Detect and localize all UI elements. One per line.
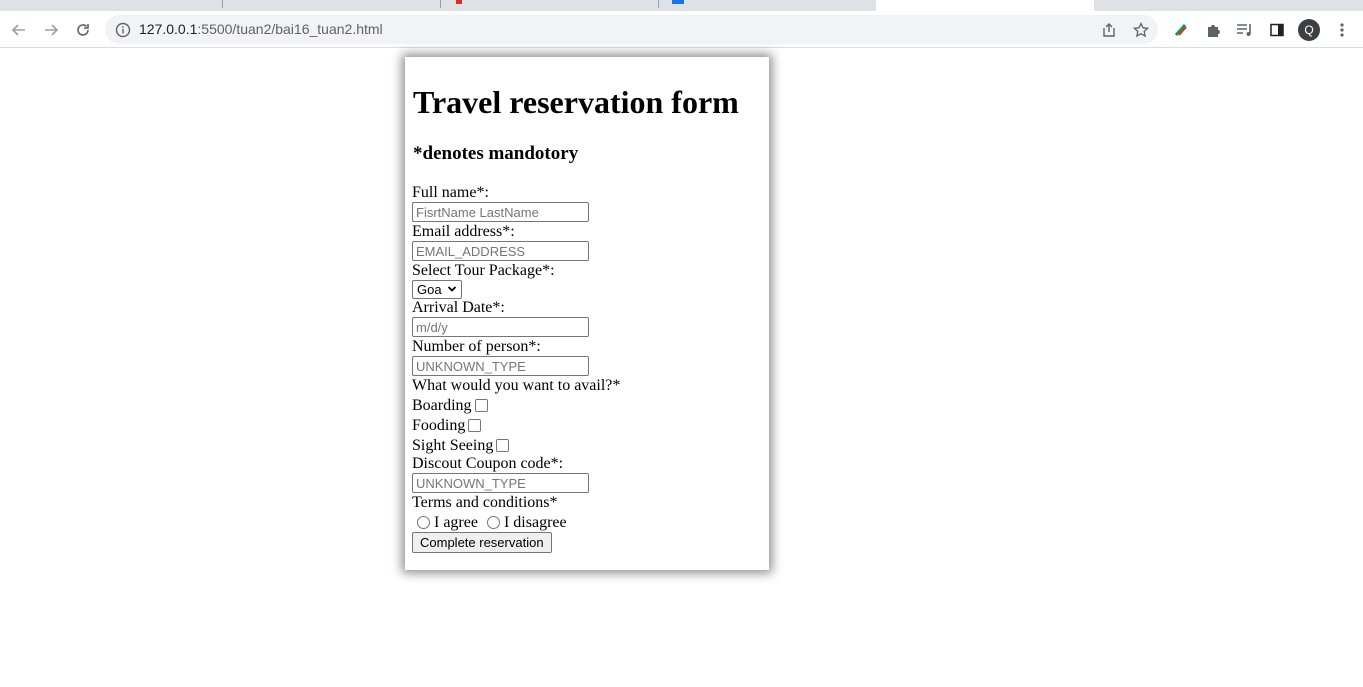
- package-selected-value: Goa: [417, 282, 442, 297]
- tab-favicon-icon: [456, 0, 462, 4]
- back-button[interactable]: [7, 18, 31, 42]
- site-info-icon[interactable]: [114, 21, 132, 39]
- browser-tab[interactable]: [442, 0, 656, 11]
- coupon-input[interactable]: [412, 473, 589, 493]
- share-icon[interactable]: [1100, 21, 1118, 39]
- tab-strip: [0, 0, 1363, 11]
- browser-tab[interactable]: [4, 0, 220, 11]
- avail-label: What would you want to avail?*: [412, 377, 621, 394]
- tab-separator: [440, 0, 441, 8]
- extensions-puzzle-icon[interactable]: [1203, 20, 1223, 40]
- browser-toolbar: 127.0.0.1:5500/tuan2/bai16_tuan2.html Q: [0, 11, 1363, 48]
- tab-favicon-icon: [672, 0, 684, 4]
- terms-options: I agree I disagree: [417, 514, 567, 532]
- browser-tab[interactable]: [224, 0, 438, 11]
- forward-button[interactable]: [39, 18, 63, 42]
- reload-icon: [77, 24, 89, 36]
- tab-separator: [658, 0, 659, 8]
- agree-label: I agree: [434, 514, 478, 531]
- address-bar[interactable]: 127.0.0.1:5500/tuan2/bai16_tuan2.html: [105, 15, 1158, 44]
- email-input[interactable]: [412, 241, 589, 261]
- persons-input[interactable]: [412, 356, 589, 376]
- url-path: :5500/tuan2/bai16_tuan2.html: [197, 21, 383, 37]
- boarding-checkbox[interactable]: [474, 399, 488, 412]
- side-panel-icon[interactable]: [1267, 20, 1287, 40]
- bookmark-star-icon[interactable]: [1132, 21, 1150, 39]
- email-label: Email address*:: [412, 223, 515, 240]
- full-name-label: Full name*:: [412, 184, 489, 201]
- url-text[interactable]: 127.0.0.1:5500/tuan2/bai16_tuan2.html: [139, 21, 383, 37]
- option-sight-seeing: Sight Seeing: [412, 437, 510, 455]
- agree-radio[interactable]: [417, 516, 430, 529]
- forward-arrow-icon: [45, 24, 59, 36]
- chevron-down-icon: [447, 286, 457, 292]
- disagree-label: I disagree: [503, 514, 567, 531]
- back-arrow-icon: [11, 24, 25, 36]
- menu-kebab-icon[interactable]: [1332, 20, 1352, 40]
- tab-separator: [222, 0, 223, 8]
- sight-seeing-checkbox[interactable]: [496, 439, 510, 452]
- reservation-card: Travel reservation form *denotes mandoto…: [405, 57, 769, 570]
- terms-label: Terms and conditions*: [412, 494, 558, 511]
- option-label: Sight Seeing: [412, 437, 494, 454]
- option-label: Fooding: [412, 417, 466, 434]
- disagree-radio[interactable]: [486, 516, 500, 529]
- option-fooding: Fooding: [412, 417, 482, 435]
- fooding-checkbox[interactable]: [468, 419, 482, 432]
- persons-label: Number of person*:: [412, 338, 541, 355]
- full-name-input[interactable]: [412, 202, 589, 222]
- browser-tab-active[interactable]: [876, 0, 1094, 11]
- coupon-label: Discout Coupon code*:: [412, 455, 564, 472]
- option-label: Boarding: [412, 397, 472, 414]
- package-select[interactable]: Goa: [412, 280, 462, 299]
- page-title: Travel reservation form: [413, 84, 739, 120]
- option-boarding: Boarding: [412, 397, 488, 415]
- complete-reservation-button[interactable]: Complete reservation: [412, 532, 552, 553]
- mandatory-note: *denotes mandotory: [413, 143, 579, 164]
- arrival-label: Arrival Date*:: [412, 299, 505, 316]
- browser-tab[interactable]: [660, 0, 874, 11]
- reload-button[interactable]: [71, 18, 95, 42]
- extension-icon[interactable]: [1171, 20, 1191, 40]
- profile-avatar[interactable]: Q: [1298, 19, 1320, 41]
- media-queue-icon[interactable]: [1235, 20, 1255, 40]
- package-label: Select Tour Package*:: [412, 262, 555, 279]
- arrival-date-input[interactable]: [412, 317, 589, 337]
- url-host: 127.0.0.1: [139, 21, 198, 37]
